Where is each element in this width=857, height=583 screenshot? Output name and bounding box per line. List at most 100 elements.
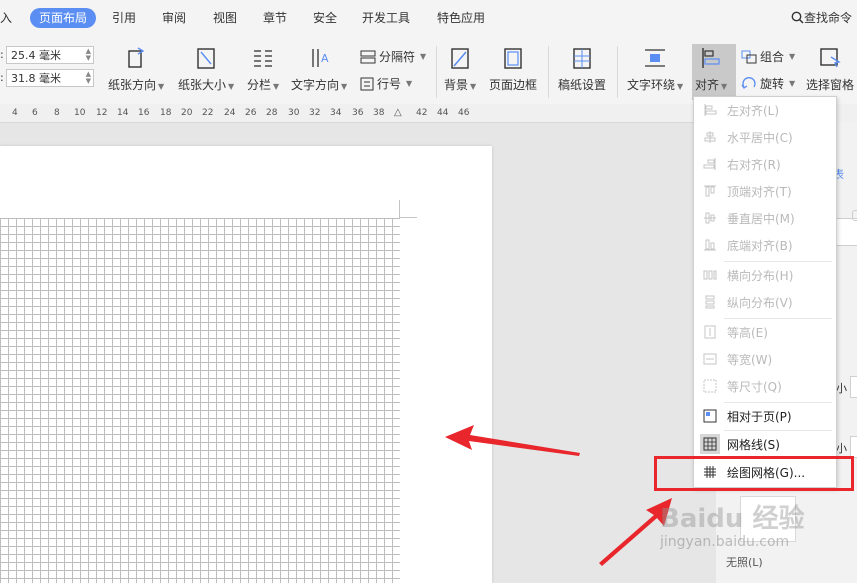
ruler-indent-marker-icon[interactable]: △ [394,107,402,118]
line-number-button[interactable]: 行号 ▼ [360,75,412,92]
menu-item-label: 相对于页(P) [727,409,792,424]
pane-size-field[interactable] [850,436,857,458]
columns-button[interactable]: 分栏 ▼ [247,46,279,93]
ruler-tick: 38 [373,108,385,118]
ruler-tick: 24 [224,108,236,118]
equal-width-icon [702,351,718,367]
menu-item-label: 左对齐(L) [727,103,780,118]
selection-pane-icon [820,48,841,68]
ruler-tick: 34 [330,108,342,118]
menu-item-align-bottom[interactable]: 底端对齐(B) [694,232,836,258]
menu-item-align-top[interactable]: 顶端对齐(T) [694,178,836,204]
paper-setting-button[interactable]: 稿纸设置 [558,46,606,93]
selection-pane-label: 选择窗格 [806,78,855,92]
align-button[interactable]: 对齐 ▼ [695,46,727,93]
spinner-icon[interactable]: ▲ ▼ [86,48,91,62]
ruler-tick: 6 [32,108,38,118]
ruler-tick: 14 [117,108,129,118]
tab-special-apps[interactable]: 特色应用 [437,8,485,28]
ruler-tick: 4 [12,108,18,118]
no-shadow-label: 无照(L) [726,556,763,569]
page-border-button[interactable]: 页面边框 [489,46,537,93]
menu-item-equal-height[interactable]: 等高(E) [694,319,836,345]
ruler-tick: 8 [54,108,60,118]
ruler-tick: 32 [309,108,321,118]
pane-size-field[interactable] [850,376,857,398]
ruler-tick: 44 [437,108,449,118]
margin-left-value: 31.8 毫米 [11,72,61,85]
align-dropdown-menu: 左对齐(L) 水平居中(C) 右对齐(R) 顶端对齐(T) 垂直居中(M) 底端… [693,96,837,488]
align-center-icon [702,129,718,145]
divider [436,46,437,98]
search-icon [791,11,804,24]
menu-item-gridlines[interactable]: 网格线(S) [694,431,836,457]
svg-text:A: A [321,52,329,65]
align-bottom-icon [702,237,718,253]
tab-view[interactable]: 视图 [213,8,237,28]
ruler-tick: 42 [416,108,428,118]
menu-item-align-left[interactable]: 左对齐(L) [694,97,836,123]
background-button[interactable]: 背景 ▼ [444,46,476,93]
tab-sections[interactable]: 章节 [263,8,287,28]
selection-pane-button[interactable]: 选择窗格 [806,46,854,93]
align-middle-icon [702,210,718,226]
margin-top-field[interactable]: 25.4 毫米 ▲ ▼ [6,46,94,64]
search-command[interactable]: 查找命令 [791,8,852,28]
wrap-text-label: 文字环绕 [627,78,676,92]
columns-icon [254,50,273,67]
align-top-icon [702,183,718,199]
tab-page-layout[interactable]: 页面布局 [30,8,97,28]
equal-height-icon [702,324,718,340]
paper-size-button[interactable]: 纸张大小 ▼ [178,46,234,93]
menu-item-relative-to-page[interactable]: 相对于页(P) [694,403,836,429]
menu-item-align-center[interactable]: 水平居中(C) [694,124,836,150]
margin-left-label: : [0,71,4,84]
ruler-tick: 10 [74,108,86,118]
menu-item-align-middle[interactable]: 垂直居中(M) [694,205,836,231]
menu-item-align-right[interactable]: 右对齐(R) [694,151,836,177]
group-button[interactable]: 组合 ▼ [741,48,795,65]
paper-orientation-button[interactable]: 纸张方向 ▼ [108,46,164,93]
ruler-tick: 18 [160,108,172,118]
tab-security[interactable]: 安全 [313,8,337,28]
menu-item-equal-size[interactable]: 等尺寸(Q) [694,373,836,399]
separator-label: 分隔符 [379,50,416,64]
relative-to-page-icon [702,408,718,424]
margin-top-value: 25.4 毫米 [11,49,61,62]
divider [548,46,549,98]
pane-toggle[interactable] [852,210,857,221]
spinner-icon[interactable]: ▲ ▼ [86,71,91,85]
ruler-tick: 20 [181,108,193,118]
separator-button[interactable]: 分隔符 ▼ [360,48,426,65]
wrap-text-button[interactable]: 文字环绕 ▼ [627,46,683,93]
menu-item-label: 底端对齐(B) [727,238,793,253]
menu-item-label: 右对齐(R) [727,157,781,172]
text-direction-label: 文字方向 [291,78,340,92]
ruler-tick: 26 [245,108,257,118]
tab-references[interactable]: 引用 [112,8,136,28]
tab-insert[interactable]: 入 [0,8,12,28]
divider [617,46,618,98]
tab-review[interactable]: 审阅 [162,8,186,28]
page-border-label: 页面边框 [489,78,538,92]
margin-left-field[interactable]: 31.8 毫米 ▲ ▼ [6,69,94,87]
rotate-button[interactable]: 旋转 ▼ [741,75,795,92]
menu-item-label: 等尺寸(Q) [727,379,782,394]
menu-item-distribute-horizontal[interactable]: 横向分布(H) [694,262,836,288]
text-direction-button[interactable]: A 文字方向 ▼ [291,46,347,93]
wrap-text-icon [645,49,666,67]
tab-developer[interactable]: 开发工具 [362,8,410,28]
menu-item-distribute-vertical[interactable]: 纵向分布(V) [694,289,836,315]
pane-field[interactable] [835,218,857,246]
orientation-icon [128,47,145,68]
ruler-tick: 30 [288,108,300,118]
menu-item-label: 横向分布(H) [727,268,794,283]
menu-item-equal-width[interactable]: 等宽(W) [694,346,836,372]
ruler-tick: 28 [266,108,278,118]
group-icon [741,50,757,63]
separator-icon [360,50,376,63]
ruler-tick: 22 [202,108,214,118]
distribute-vertical-icon [702,294,718,310]
menu-item-label: 等宽(W) [727,352,773,367]
paper-size-icon [197,48,215,69]
